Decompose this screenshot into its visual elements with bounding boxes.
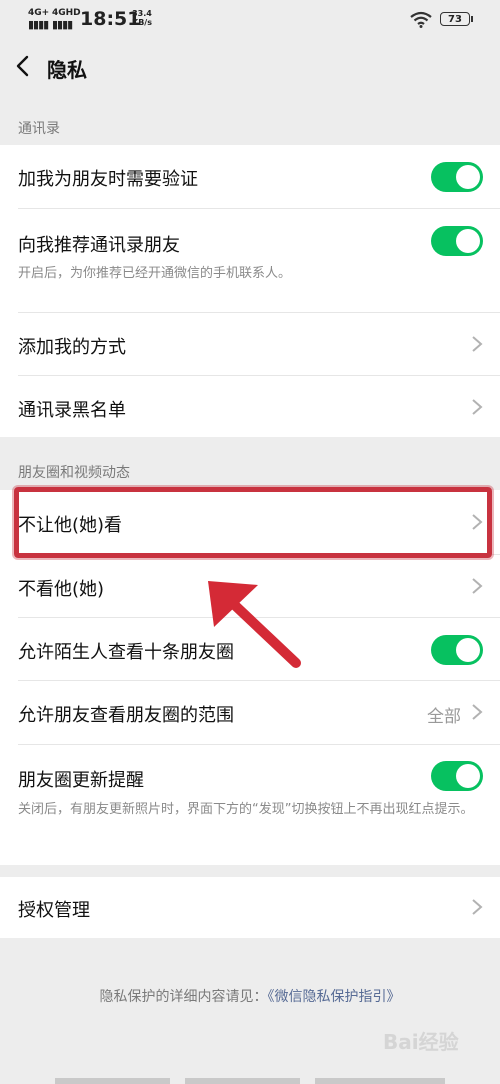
toggle-knob — [456, 165, 480, 189]
row-contacts-blacklist[interactable]: 通讯录黑名单 — [0, 376, 500, 437]
row-require-verification[interactable]: 加我为朋友时需要验证 — [0, 145, 500, 208]
signal-label-1: 4G+ — [28, 8, 50, 18]
page-title: 隐私 — [47, 58, 87, 82]
status-bar: 4G+ ▮▮▮▮ 4GHD ▮▮▮▮ 18:51 33.4 KB/s 73 — [0, 0, 500, 40]
back-chevron-icon[interactable] — [12, 54, 36, 78]
row-label: 授权管理 — [18, 900, 90, 921]
row-label: 朋友圈更新提醒 — [18, 770, 144, 791]
row-description: 开启后，为你推荐已经开通微信的手机联系人。 — [18, 266, 292, 281]
battery-level: 73 — [448, 14, 462, 25]
auth-group: 授权管理 — [0, 877, 500, 938]
chevron-right-icon — [472, 399, 483, 415]
row-label: 允许朋友查看朋友圈的范围 — [18, 705, 234, 726]
row-friends-view-range[interactable]: 允许朋友查看朋友圈的范围 全部 — [0, 681, 500, 744]
privacy-guide-link[interactable]: 《微信隐私保护指引》 — [268, 989, 401, 1005]
chevron-right-icon — [472, 578, 483, 594]
contacts-group: 加我为朋友时需要验证 向我推荐通讯录朋友 开启后，为你推荐已经开通微信的手机联系… — [0, 145, 500, 437]
row-recommend-contacts[interactable]: 向我推荐通讯录朋友 开启后，为你推荐已经开通微信的手机联系人。 — [0, 209, 500, 312]
highlight-box-annotation — [14, 487, 492, 558]
row-label: 不看他(她) — [18, 579, 105, 600]
toggle-knob — [456, 229, 480, 253]
toggle-require-verification[interactable] — [431, 162, 483, 192]
section-header-moments: 朋友圈和视频动态 — [18, 465, 130, 481]
network-speed: 33.4 KB/s — [132, 9, 152, 27]
signal-bars-icon: ▮▮▮▮ — [28, 18, 49, 31]
network-speed-value: 33.4 — [132, 9, 152, 18]
row-label: 添加我的方式 — [18, 337, 126, 358]
row-value: 全部 — [427, 707, 461, 727]
bottom-partial-element — [55, 1078, 170, 1084]
signal-indicator-2: 4GHD ▮▮▮▮ — [52, 8, 81, 31]
row-add-me-methods[interactable]: 添加我的方式 — [0, 313, 500, 375]
network-speed-unit: KB/s — [132, 18, 152, 27]
signal-indicator-1: 4G+ ▮▮▮▮ — [28, 8, 50, 31]
toggle-recommend-contacts[interactable] — [431, 226, 483, 256]
row-label: 加我为朋友时需要验证 — [18, 169, 198, 190]
toggle-strangers-view-ten-posts[interactable] — [431, 635, 483, 665]
bottom-partial-element — [185, 1078, 300, 1084]
wifi-icon — [410, 11, 432, 28]
bottom-partial-element — [315, 1078, 445, 1084]
nav-bar: 隐私 — [0, 40, 500, 95]
footer-text: 隐私保护的详细内容请见： — [99, 989, 268, 1005]
toggle-knob — [456, 764, 480, 788]
row-description: 关闭后，有朋友更新照片时，界面下方的“发现”切换按钮上不再出现红点提示。 — [18, 802, 474, 817]
chevron-right-icon — [472, 336, 483, 352]
row-label: 向我推荐通讯录朋友 — [18, 235, 180, 256]
row-authorization-management[interactable]: 授权管理 — [0, 877, 500, 938]
section-header-contacts: 通讯录 — [18, 121, 60, 137]
battery-icon: 73 — [440, 12, 473, 26]
watermark: Bai经验 — [383, 1030, 459, 1054]
signal-label-2: 4GHD — [52, 8, 81, 18]
red-arrow-annotation-icon — [208, 581, 301, 668]
row-label: 通讯录黑名单 — [18, 400, 126, 421]
signal-bars-icon: ▮▮▮▮ — [52, 18, 73, 31]
chevron-right-icon — [472, 899, 483, 915]
row-moments-update-reminder[interactable]: 朋友圈更新提醒 关闭后，有朋友更新照片时，界面下方的“发现”切换按钮上不再出现红… — [0, 745, 500, 865]
chevron-right-icon — [472, 704, 483, 720]
privacy-footer: 隐私保护的详细内容请见：《微信隐私保护指引》 — [0, 986, 500, 1006]
toggle-moments-update-reminder[interactable] — [431, 761, 483, 791]
toggle-knob — [456, 638, 480, 662]
